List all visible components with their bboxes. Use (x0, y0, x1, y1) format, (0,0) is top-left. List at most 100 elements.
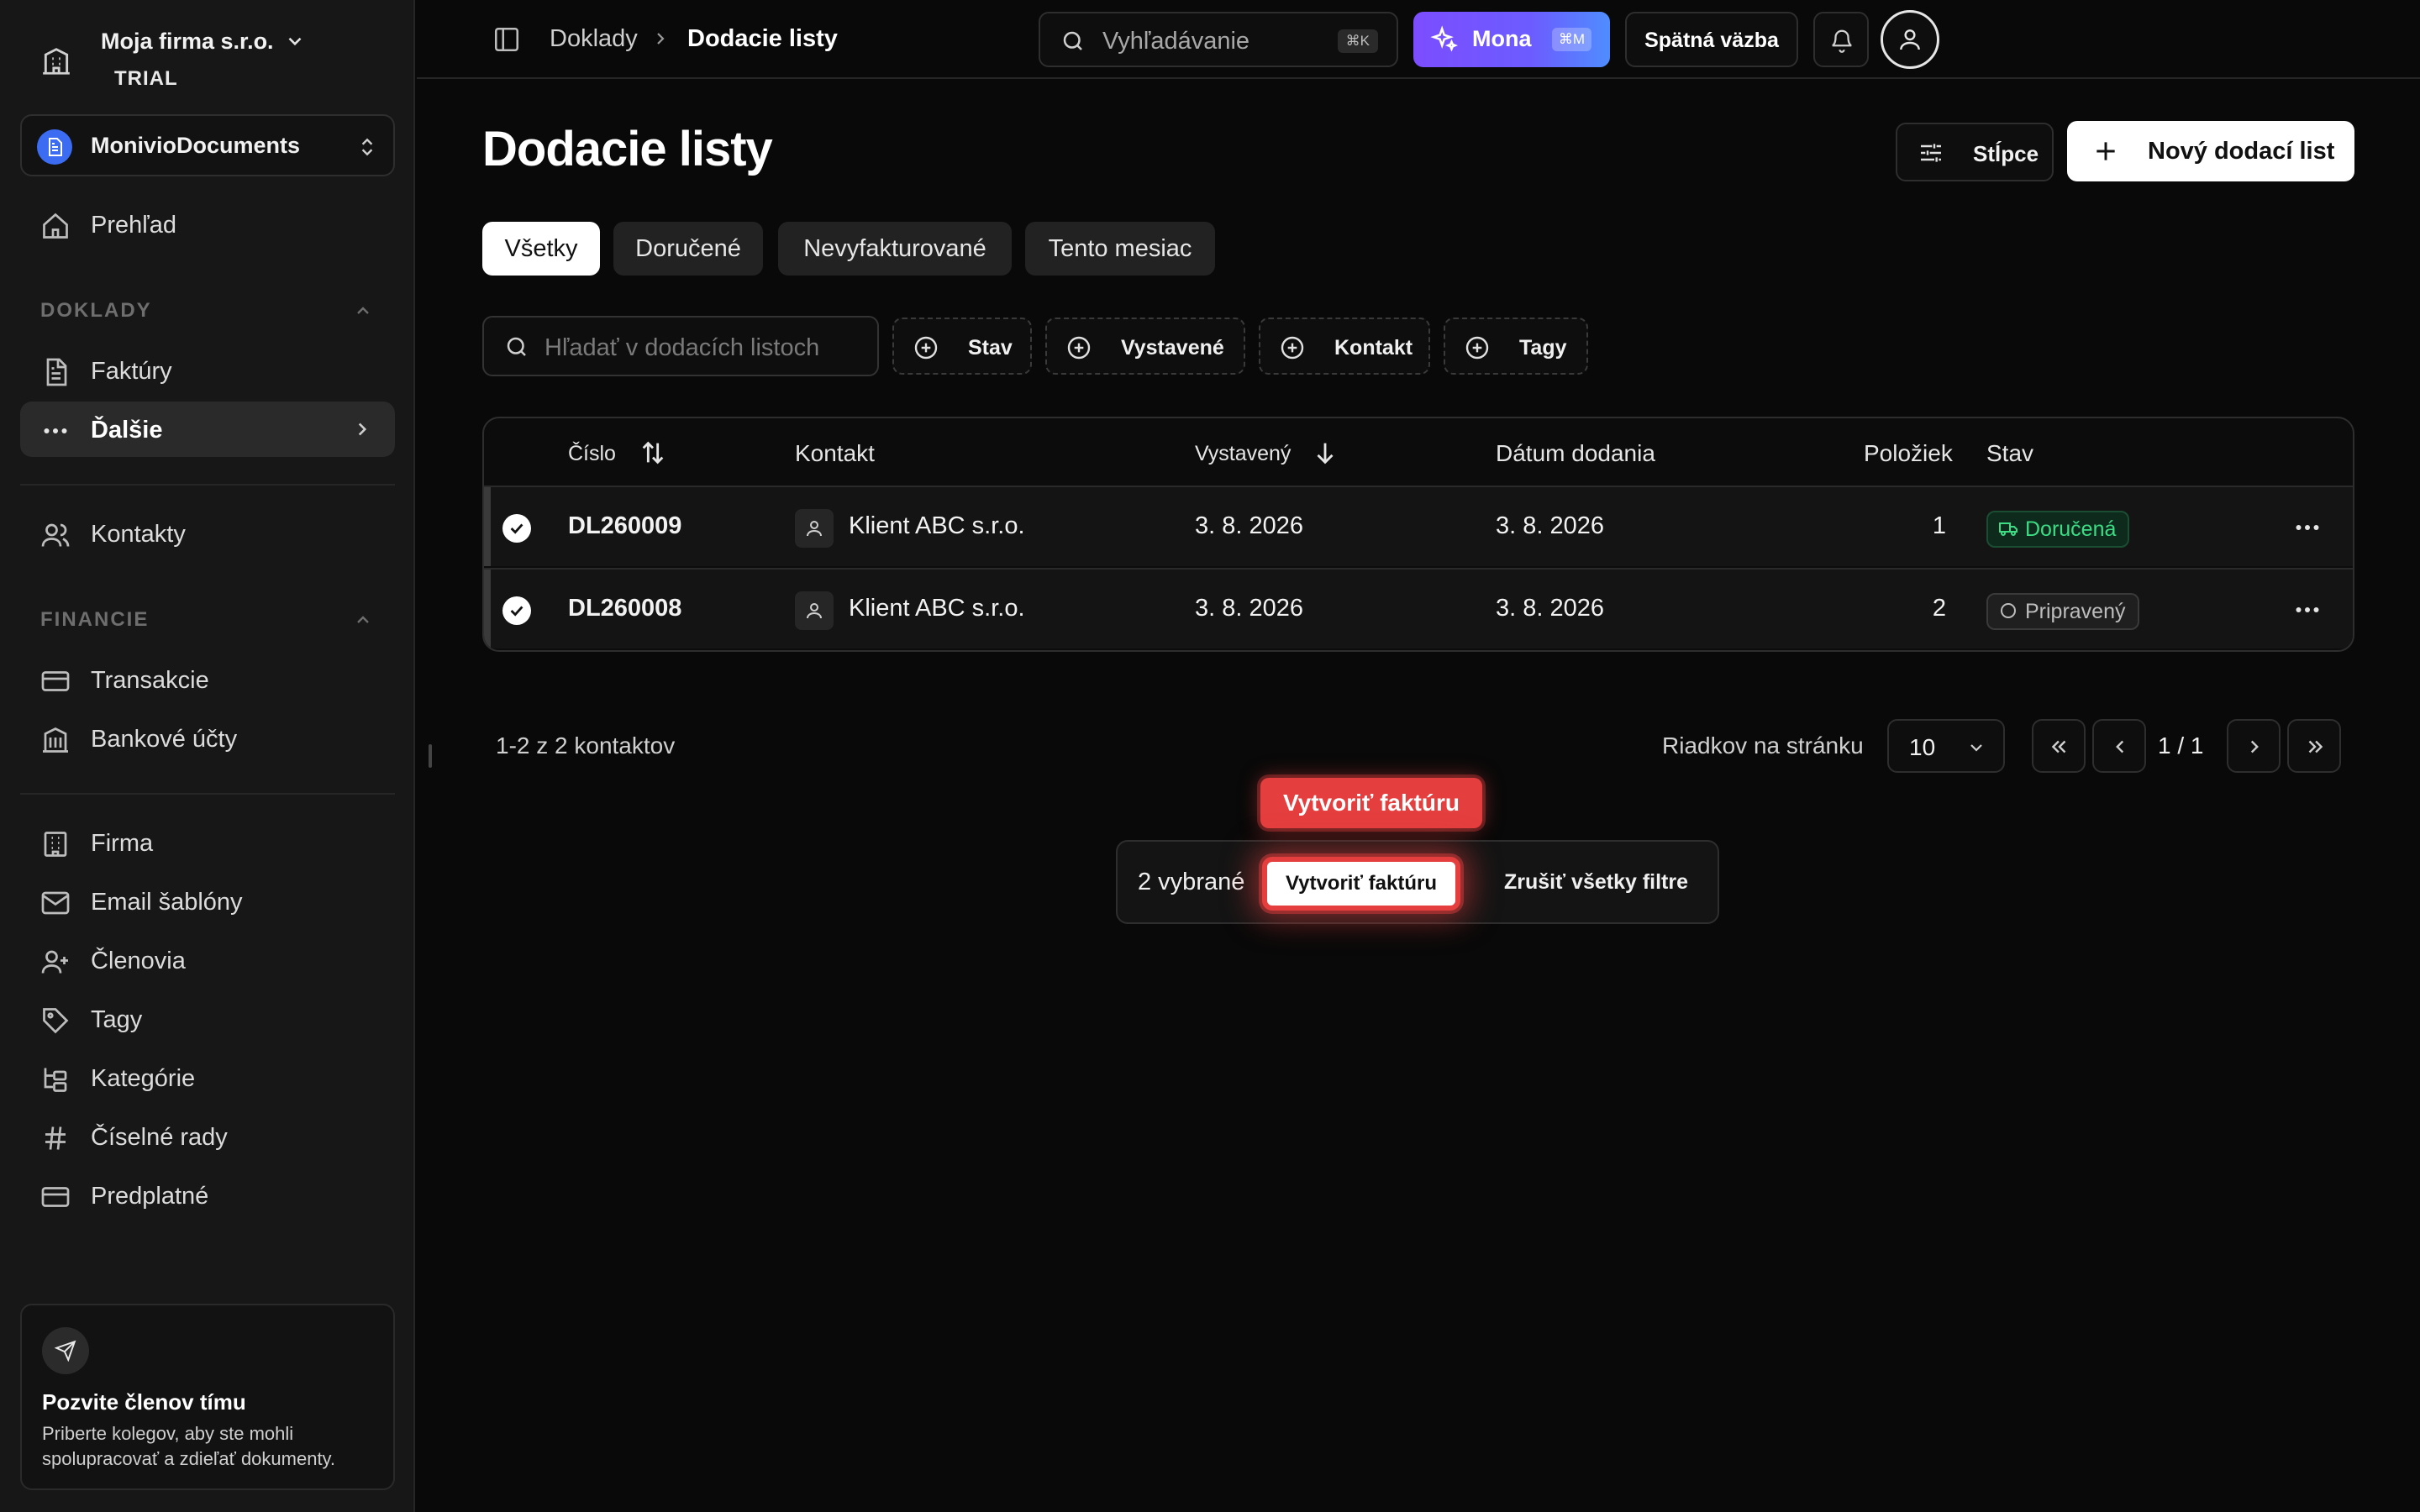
cell-contact[interactable]: Klient ABC s.r.o. (849, 595, 1025, 622)
column-header-number[interactable]: Číslo (568, 442, 616, 466)
sidebar-item-categories[interactable]: Kategórie (20, 1050, 395, 1105)
column-header-contact[interactable]: Kontakt (795, 440, 875, 467)
create-invoice-button[interactable]: Vytvoriť faktúru (1262, 857, 1460, 911)
filter-contact[interactable]: Kontakt (1259, 318, 1430, 375)
sidebar-item-more[interactable]: Ďalšie (20, 402, 395, 457)
status-badge: Doručená (1986, 511, 2130, 548)
sidebar-resize-handle[interactable] (429, 744, 432, 768)
arrow-down-icon[interactable] (1311, 438, 1339, 467)
global-search-input[interactable]: Vyhľadávanie ⌘K (1039, 12, 1398, 67)
document-icon (37, 129, 72, 165)
invite-card[interactable]: Pozvite členov tímu Priberte kolegov, ab… (20, 1304, 395, 1490)
plus-circle-icon (1065, 334, 1092, 361)
sidebar-item-members[interactable]: Členovia (20, 932, 395, 988)
clear-filters-button[interactable]: Zrušiť všetky filtre (1504, 870, 1688, 895)
sidebar-item-contacts[interactable]: Kontakty (20, 506, 395, 561)
tab-this-month[interactable]: Tento mesiac (1025, 222, 1215, 276)
sidebar-item-label: Kontakty (91, 521, 186, 548)
first-page-button[interactable] (2032, 719, 2086, 773)
sidebar-item-overview[interactable]: Prehľad (20, 197, 395, 252)
tab-uninvoiced[interactable]: Nevyfakturované (778, 222, 1012, 276)
new-delivery-note-button[interactable]: Nový dodací list (2067, 121, 2354, 181)
notifications-button[interactable] (1813, 12, 1869, 67)
filter-issued[interactable]: Vystavené (1045, 318, 1245, 375)
sidebar-item-label: Email šablóny (91, 889, 243, 916)
cell-items: 1 (1932, 512, 1946, 539)
delivery-notes-table: Číslo Kontakt Vystavený Dátum dodania Po… (482, 417, 2354, 652)
sidebar-item-label: Tagy (91, 1006, 143, 1033)
invite-title: Pozvite členov tímu (42, 1389, 246, 1415)
create-invoice-label: Vytvoriť faktúru (1286, 872, 1437, 895)
sidebar-item-label: Faktúry (91, 358, 172, 385)
cell-issued: 3. 8. 2026 (1195, 512, 1303, 539)
sort-arrows-icon[interactable] (639, 438, 667, 467)
results-count: 1-2 z 2 kontaktov (496, 732, 676, 759)
more-actions-icon[interactable] (2291, 595, 2324, 625)
highlight-tooltip: Vytvoriť faktúru (1260, 778, 1482, 828)
status-badge: Pripravený (1986, 593, 2139, 630)
chevron-up-icon[interactable] (353, 301, 373, 321)
sidebar-item-number-series[interactable]: Číselné rady (20, 1109, 395, 1164)
tab-all[interactable]: Všetky (482, 222, 600, 276)
column-header-issued[interactable]: Vystavený (1195, 442, 1291, 466)
mail-icon (40, 888, 71, 918)
rows-per-page-select[interactable]: 10 (1887, 719, 2005, 773)
sidebar-item-company[interactable]: Firma (20, 815, 395, 870)
chevron-right-icon (650, 29, 671, 49)
delivery-notes-search-input[interactable]: Hľadať v dodacích listoch (482, 316, 879, 376)
column-header-delivery-date[interactable]: Dátum dodania (1496, 440, 1655, 467)
filter-status[interactable]: Stav (892, 318, 1032, 375)
chevron-up-icon[interactable] (353, 610, 373, 630)
plus-circle-icon (1279, 334, 1306, 361)
chevrons-left-icon (2049, 736, 2070, 758)
new-delivery-note-label: Nový dodací list (2148, 138, 2335, 165)
sidebar-item-bank-accounts[interactable]: Bankové účty (20, 711, 395, 766)
plus-circle-icon (913, 334, 939, 361)
mona-ai-button[interactable]: Mona ⌘M (1413, 12, 1610, 67)
filter-label: Vystavené (1121, 336, 1224, 360)
chevron-down-icon (1966, 738, 1986, 758)
last-page-button[interactable] (2287, 719, 2341, 773)
company-switcher[interactable]: Moja firma s.r.o. TRIAL (40, 22, 393, 94)
row-selected-marker (484, 487, 491, 566)
chevrons-up-down-icon (356, 134, 378, 160)
sidebar-item-email-templates[interactable]: Email šablóny (20, 874, 395, 929)
search-icon (1060, 29, 1086, 54)
building-icon (40, 829, 71, 859)
page-indicator: 1 / 1 (2158, 732, 2204, 759)
more-actions-icon[interactable] (2291, 512, 2324, 543)
plan-badge: TRIAL (114, 67, 178, 90)
cell-number[interactable]: DL260008 (568, 595, 681, 622)
workspace-switcher[interactable]: MonivioDocuments (20, 114, 395, 176)
row-checkbox-checked[interactable] (502, 514, 531, 543)
cell-number[interactable]: DL260009 (568, 512, 681, 540)
column-header-items[interactable]: Položiek (1864, 440, 1953, 467)
cell-contact[interactable]: Klient ABC s.r.o. (849, 512, 1025, 540)
filter-label: Kontakt (1334, 336, 1413, 360)
user-avatar[interactable] (1881, 10, 1939, 69)
divider (20, 484, 395, 486)
rows-per-page-value: 10 (1909, 734, 1936, 760)
sliders-icon (1918, 139, 1944, 166)
filter-label: Stav (968, 336, 1013, 360)
status-text: Doručená (2025, 517, 2117, 541)
sidebar-item-invoices[interactable]: Faktúry (20, 343, 395, 398)
filter-tags[interactable]: Tagy (1444, 318, 1588, 375)
tab-delivered[interactable]: Doručené (613, 222, 763, 276)
plus-icon (2092, 138, 2119, 165)
breadcrumb-parent[interactable]: Doklady (550, 25, 638, 53)
previous-page-button[interactable] (2092, 719, 2146, 773)
bell-icon (1829, 28, 1854, 53)
feedback-button[interactable]: Spätná väzba (1625, 12, 1798, 67)
columns-button[interactable]: Stĺpce (1896, 123, 2054, 181)
home-icon (40, 211, 71, 241)
sidebar-item-transactions[interactable]: Transakcie (20, 652, 395, 707)
sidebar-item-subscription[interactable]: Predplatné (20, 1168, 395, 1223)
table-row[interactable]: DL260008 Klient ABC s.r.o. 3. 8. 2026 3.… (484, 568, 2353, 648)
row-checkbox-checked[interactable] (502, 596, 531, 625)
sidebar-item-tags[interactable]: Tagy (20, 991, 395, 1047)
sidebar-toggle-icon[interactable] (492, 25, 521, 54)
table-row[interactable]: DL260009 Klient ABC s.r.o. 3. 8. 2026 3.… (484, 486, 2353, 566)
next-page-button[interactable] (2227, 719, 2281, 773)
column-header-status[interactable]: Stav (1986, 440, 2033, 467)
